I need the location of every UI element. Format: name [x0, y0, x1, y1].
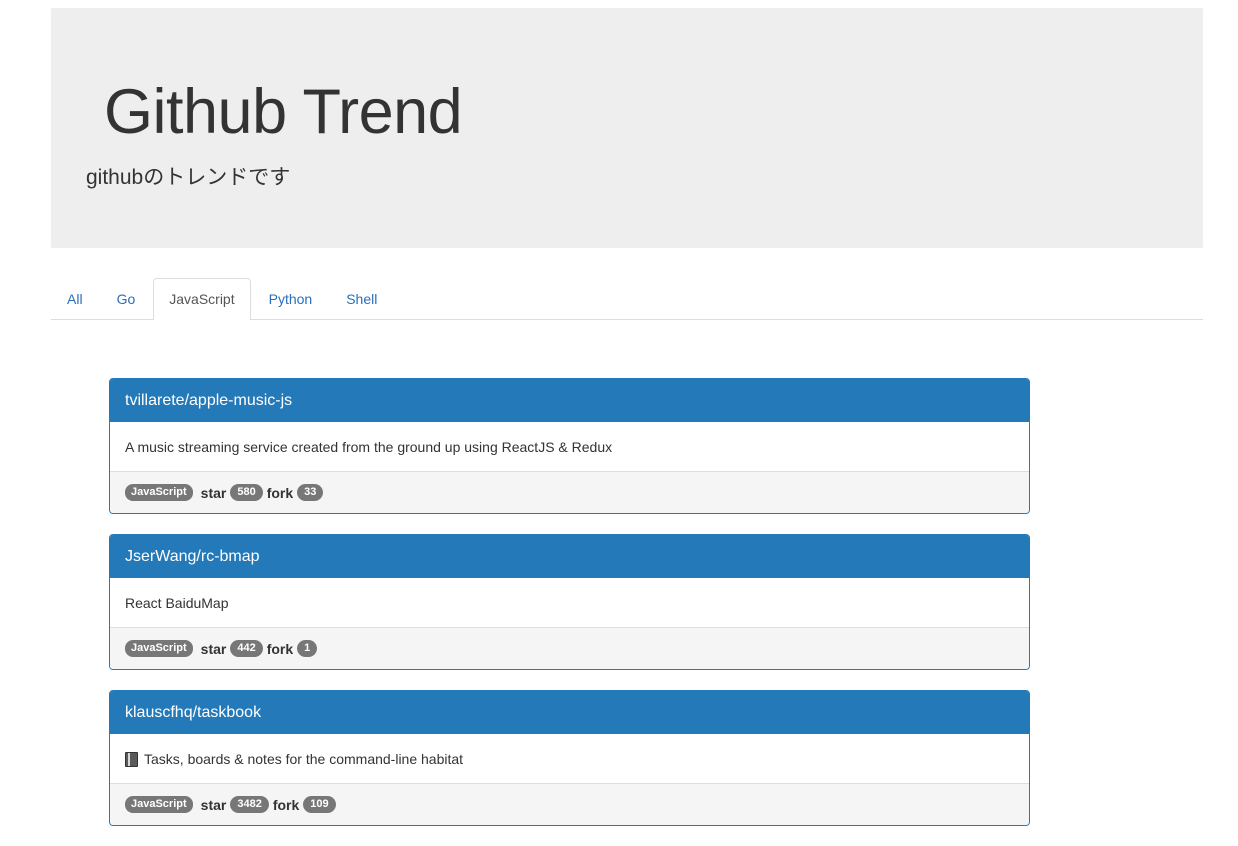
repo-card-heading: klauscfhq/taskbook	[110, 691, 1029, 734]
tab-javascript[interactable]: JavaScript	[153, 278, 251, 320]
tab-go[interactable]: Go	[101, 278, 152, 318]
repo-list: tvillarete/apple-music-js A music stream…	[109, 378, 1030, 846]
repo-stats: JavaScript star 3482 fork 109	[110, 784, 1029, 825]
fork-label: fork	[266, 484, 294, 501]
repo-description: A music streaming service created from t…	[110, 422, 1029, 472]
star-label: star	[200, 796, 227, 813]
star-count-badge: 3482	[230, 796, 269, 813]
fork-label: fork	[272, 796, 300, 813]
star-label: star	[200, 484, 227, 501]
fork-count-badge: 109	[303, 796, 336, 813]
repo-stats: JavaScript star 442 fork 1	[110, 628, 1029, 669]
language-tabs: All Go JavaScript Python Shell	[51, 278, 1203, 320]
repo-name-link[interactable]: klauscfhq/taskbook	[125, 704, 261, 721]
star-count-badge: 580	[230, 484, 263, 501]
star-count-badge: 442	[230, 640, 263, 657]
repo-description: Tasks, boards & notes for the command-li…	[110, 734, 1029, 784]
fork-label: fork	[266, 640, 294, 657]
repo-card: JserWang/rc-bmap React BaiduMap JavaScri…	[109, 534, 1030, 670]
repo-description-text: A music streaming service created from t…	[125, 439, 613, 455]
repo-name-link[interactable]: JserWang/rc-bmap	[125, 548, 260, 565]
language-label: JavaScript	[125, 484, 193, 501]
fork-count-badge: 1	[297, 640, 318, 657]
notebook-icon	[125, 752, 138, 767]
repo-description-text: Tasks, boards & notes for the command-li…	[144, 751, 464, 767]
language-label: JavaScript	[125, 640, 193, 657]
page-title: Github Trend	[104, 77, 463, 147]
repo-name-link[interactable]: tvillarete/apple-music-js	[125, 392, 292, 409]
jumbotron-header: Github Trend githubのトレンドです	[51, 8, 1203, 248]
fork-count-badge: 33	[297, 484, 324, 501]
repo-card: klauscfhq/taskbook Tasks, boards & notes…	[109, 690, 1030, 826]
repo-card: tvillarete/apple-music-js A music stream…	[109, 378, 1030, 514]
repo-stats: JavaScript star 580 fork 33	[110, 472, 1029, 513]
repo-description-text: React BaiduMap	[125, 595, 229, 611]
repo-card-heading: tvillarete/apple-music-js	[110, 379, 1029, 422]
language-label: JavaScript	[125, 796, 193, 813]
tab-python[interactable]: Python	[253, 278, 329, 318]
page-subtitle: githubのトレンドです	[86, 166, 291, 189]
tab-shell[interactable]: Shell	[330, 278, 393, 318]
tab-all[interactable]: All	[51, 278, 99, 318]
repo-card-heading: JserWang/rc-bmap	[110, 535, 1029, 578]
repo-description: React BaiduMap	[110, 578, 1029, 628]
star-label: star	[200, 640, 227, 657]
